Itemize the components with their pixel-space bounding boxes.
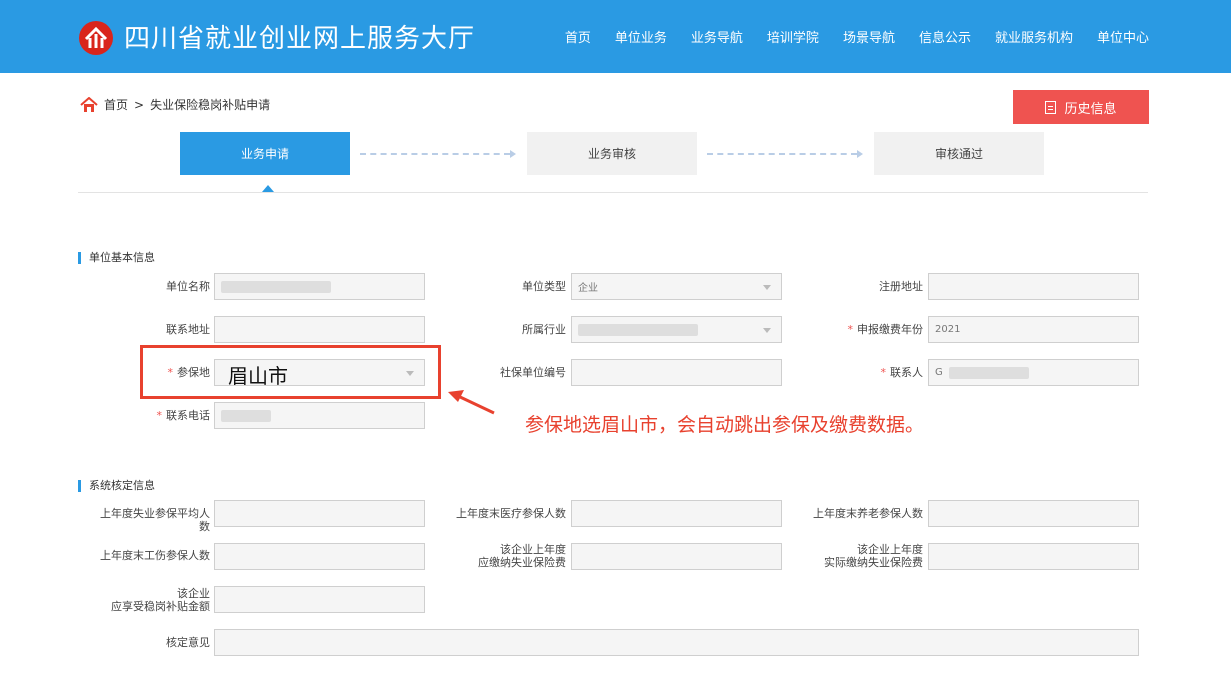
- pension-count-input[interactable]: [928, 500, 1139, 527]
- breadcrumb-current: 失业保险稳岗补贴申请: [150, 98, 271, 112]
- due-fee-input[interactable]: [571, 543, 782, 570]
- nav-info[interactable]: 信息公示: [919, 27, 971, 46]
- paid-fee-input[interactable]: [928, 543, 1139, 570]
- contact-person-value: G: [935, 367, 943, 378]
- history-button-label: 历史信息: [1064, 101, 1117, 117]
- step-divider: [78, 192, 1148, 193]
- label-injury-count: 上年度末工伤参保人数: [100, 549, 210, 562]
- injury-count-input[interactable]: [214, 543, 425, 570]
- label-unemp-avg: 上年度失业参保平均人 数: [100, 507, 210, 533]
- chevron-down-icon: [763, 285, 771, 290]
- label-declare-year: * 申报缴费年份: [847, 323, 924, 336]
- active-step-caret: [262, 185, 274, 192]
- contact-address-input[interactable]: [214, 316, 425, 343]
- reg-address-input[interactable]: [928, 273, 1139, 300]
- history-button[interactable]: 历史信息: [1013, 90, 1149, 124]
- redacted-value: [221, 409, 271, 422]
- annotation-text: 参保地选眉山市，会自动跳出参保及缴费数据。: [525, 414, 925, 436]
- breadcrumb-home[interactable]: 首页: [104, 96, 128, 113]
- document-icon: [1045, 100, 1057, 114]
- social-id-input[interactable]: [571, 359, 782, 386]
- breadcrumb-separator: >: [134, 97, 145, 112]
- redacted-value: [948, 366, 1029, 379]
- annotation-arrow-icon: [448, 390, 495, 415]
- unit-type-select[interactable]: 企业: [571, 273, 782, 300]
- site-logo-icon: [79, 21, 113, 55]
- label-industry: 所属行业: [522, 323, 566, 336]
- site-header: 四川省就业创业网上服务大厅 首页 单位业务 业务导航 培训学院 场景导航 信息公…: [0, 0, 1231, 73]
- label-pension-count: 上年度末养老参保人数: [813, 507, 923, 520]
- contact-person-input[interactable]: G: [928, 359, 1139, 386]
- redacted-value: [221, 280, 331, 293]
- label-social-id: 社保单位编号: [500, 366, 566, 379]
- label-phone: * 联系电话: [156, 409, 211, 422]
- step-arrow-1: [360, 150, 516, 158]
- nav-business-guide[interactable]: 业务导航: [691, 27, 743, 46]
- chevron-down-icon: [763, 328, 771, 333]
- nav-unit-business[interactable]: 单位业务: [615, 27, 667, 46]
- section-system-title: 系统核定信息: [78, 480, 155, 492]
- nav-unit-center[interactable]: 单位中心: [1097, 27, 1149, 46]
- insured-place-value: 眉山市: [228, 364, 288, 388]
- opinion-input[interactable]: [214, 629, 1139, 656]
- label-contact-address: 联系地址: [166, 323, 210, 336]
- subsidy-input[interactable]: [214, 586, 425, 613]
- nav-training[interactable]: 培训学院: [767, 27, 819, 46]
- industry-select[interactable]: [571, 316, 782, 343]
- step-review: 业务审核: [527, 132, 697, 175]
- step-apply: 业务申请: [180, 132, 350, 175]
- label-unit-type: 单位类型: [522, 280, 566, 293]
- breadcrumb: 首页 > 失业保险稳岗补贴申请: [80, 96, 270, 113]
- nav-service-org[interactable]: 就业服务机构: [995, 27, 1073, 46]
- unit-type-value: 企业: [578, 283, 598, 294]
- redacted-value: [578, 323, 698, 336]
- phone-input[interactable]: [214, 402, 425, 429]
- declare-year-value: 2021: [935, 324, 961, 335]
- unit-name-input[interactable]: [214, 273, 425, 300]
- label-unit-name: 单位名称: [166, 280, 210, 293]
- unemp-avg-input[interactable]: [214, 500, 425, 527]
- highlight-box: [140, 345, 441, 399]
- top-nav: 首页 单位业务 业务导航 培训学院 场景导航 信息公示 就业服务机构 单位中心: [565, 0, 1149, 73]
- step-arrow-2: [707, 150, 863, 158]
- label-paid-fee: 该企业上年度 实际缴纳失业保险费: [824, 543, 923, 569]
- nav-scenario[interactable]: 场景导航: [843, 27, 895, 46]
- step-approved: 审核通过: [874, 132, 1044, 175]
- label-medical-count: 上年度末医疗参保人数: [456, 507, 566, 520]
- section-basic-title: 单位基本信息: [78, 252, 155, 264]
- label-opinion: 核定意见: [166, 636, 210, 649]
- declare-year-input[interactable]: 2021: [928, 316, 1139, 343]
- home-icon[interactable]: [80, 96, 98, 113]
- nav-home[interactable]: 首页: [565, 27, 591, 46]
- site-title: 四川省就业创业网上服务大厅: [124, 24, 476, 54]
- label-reg-address: 注册地址: [879, 280, 923, 293]
- medical-count-input[interactable]: [571, 500, 782, 527]
- label-due-fee: 该企业上年度 应缴纳失业保险费: [478, 543, 566, 569]
- label-subsidy: 该企业 应享受稳岗补贴金额: [111, 587, 210, 613]
- label-contact-person: * 联系人: [880, 366, 924, 379]
